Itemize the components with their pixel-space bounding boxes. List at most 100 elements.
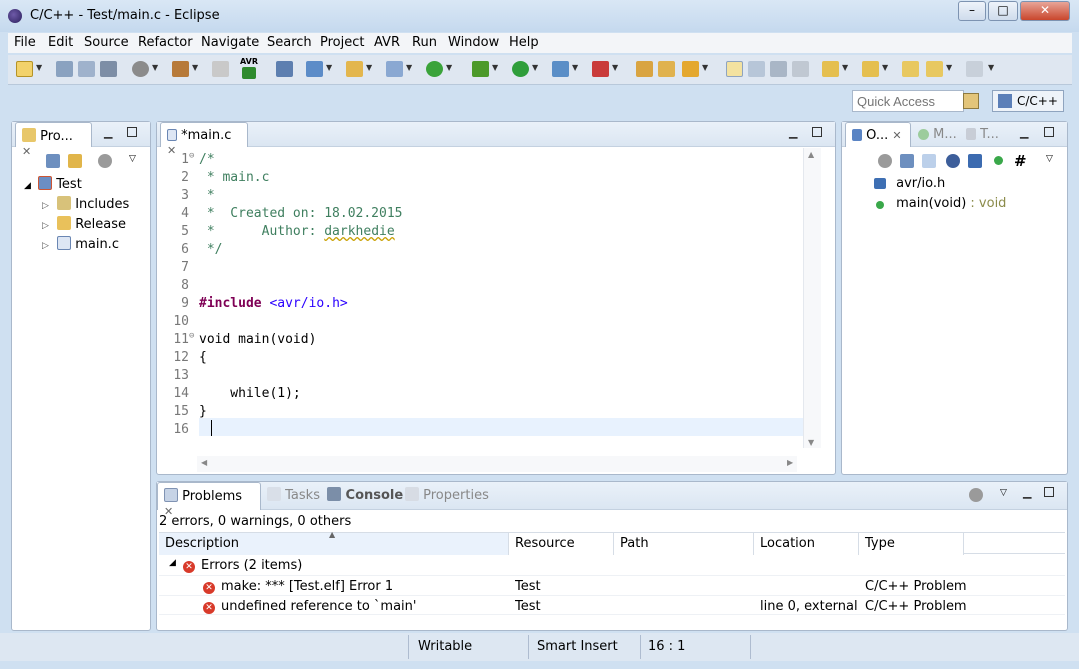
run-play-icon[interactable]: [512, 61, 529, 77]
close-button[interactable]: ✕: [1020, 1, 1070, 21]
minimize-button[interactable]: –: [958, 1, 986, 21]
code-editor[interactable]: 1 ⊖ /* 2 * main.c 3 * 4 * Created on: 18…: [169, 148, 803, 438]
tree-item-release[interactable]: ▷ Release: [42, 216, 126, 232]
expand-arrow-icon[interactable]: ▷: [42, 241, 49, 251]
column-type[interactable]: Type: [859, 533, 964, 555]
hide-non-public-icon[interactable]: [994, 156, 1003, 165]
tab-properties[interactable]: Properties: [405, 487, 489, 503]
block-selection-icon[interactable]: [770, 61, 787, 77]
external-tools-dropdown-icon[interactable]: ▼: [612, 63, 618, 72]
maximize-icon[interactable]: [812, 127, 822, 137]
collapse-all-icon[interactable]: [900, 154, 914, 168]
menu-navigate[interactable]: Navigate: [201, 35, 259, 50]
new-dropdown-icon[interactable]: ▼: [36, 63, 42, 72]
folder-dropdown-icon[interactable]: ▼: [366, 63, 372, 72]
forward-dropdown-icon[interactable]: ▼: [988, 63, 994, 72]
previous-annotation-icon[interactable]: [862, 61, 879, 77]
tab-outline[interactable]: O... ✕: [845, 122, 911, 147]
hide-fields-icon[interactable]: [946, 154, 960, 168]
new-source-file-icon[interactable]: [386, 61, 403, 77]
menu-avr[interactable]: AVR: [374, 35, 400, 50]
problem-row[interactable]: ✕ undefined reference to `main' Test line…: [159, 595, 1065, 615]
column-location[interactable]: Location: [754, 533, 859, 555]
close-icon[interactable]: ✕: [22, 145, 31, 158]
filter-icon[interactable]: [878, 154, 892, 168]
save-all-icon[interactable]: [78, 61, 95, 77]
perspective-c-cpp-button[interactable]: C/C++: [992, 90, 1064, 112]
class-dropdown-icon[interactable]: ▼: [446, 63, 452, 72]
sort-alphabetically-icon[interactable]: [922, 154, 936, 168]
tab-problems[interactable]: Problems ✕: [157, 482, 261, 518]
column-path[interactable]: Path: [614, 533, 754, 555]
view-filter-icon[interactable]: [98, 154, 112, 168]
minimize-icon[interactable]: ▁: [1020, 126, 1028, 139]
hide-macros-icon[interactable]: #: [1014, 152, 1027, 170]
menu-source[interactable]: Source: [84, 35, 129, 50]
tab-console[interactable]: Console: [327, 487, 403, 503]
tree-item-includes[interactable]: ▷ Includes: [42, 196, 129, 212]
tab-task-list[interactable]: T...: [966, 127, 999, 142]
project-dropdown-icon[interactable]: ▼: [326, 63, 332, 72]
link-with-editor-icon[interactable]: [68, 154, 82, 168]
menu-window[interactable]: Window: [448, 35, 499, 50]
outline-item-include[interactable]: avr/io.h: [874, 176, 945, 191]
open-type-icon[interactable]: [636, 61, 653, 77]
show-whitespace-icon[interactable]: [792, 61, 809, 77]
build-dropdown-icon[interactable]: ▼: [192, 63, 198, 72]
highlight-pen-icon[interactable]: [726, 61, 743, 77]
open-perspective-icon[interactable]: [963, 93, 979, 109]
new-icon[interactable]: [16, 61, 33, 77]
quick-access-input[interactable]: [852, 90, 964, 112]
menu-file[interactable]: File: [14, 35, 36, 50]
build-hammer-icon[interactable]: [172, 61, 189, 77]
menu-refactor[interactable]: Refactor: [138, 35, 193, 50]
outline-item-main[interactable]: main(void) : void: [874, 196, 1006, 211]
print-icon[interactable]: [100, 61, 117, 77]
scroll-up-icon[interactable]: ▲: [808, 150, 814, 159]
expand-arrow-icon[interactable]: ▷: [42, 221, 49, 231]
scroll-left-icon[interactable]: ◀: [201, 458, 207, 467]
close-icon[interactable]: ✕: [892, 129, 901, 142]
tab-main-c[interactable]: *main.c ✕: [160, 122, 248, 157]
back-arrow-icon[interactable]: [926, 61, 943, 77]
minimize-icon[interactable]: ▁: [789, 126, 797, 139]
tab-tasks[interactable]: Tasks: [267, 487, 320, 503]
maximize-icon[interactable]: [1044, 127, 1054, 137]
forward-arrow-icon[interactable]: [966, 61, 983, 77]
collapse-arrow-icon[interactable]: ◢: [169, 558, 176, 568]
tree-item-main-c[interactable]: ▷ main.c: [42, 236, 119, 252]
back-dropdown-icon[interactable]: ▼: [946, 63, 952, 72]
new-c-project-icon[interactable]: [306, 61, 323, 77]
run-config-dropdown-icon[interactable]: ▼: [572, 63, 578, 72]
tree-item-test-project[interactable]: ◢ Test: [24, 176, 82, 192]
new-folder-icon[interactable]: [346, 61, 363, 77]
source-dropdown-icon[interactable]: ▼: [406, 63, 412, 72]
new-class-icon[interactable]: [426, 61, 443, 77]
view-menu-icon[interactable]: ▽: [129, 154, 136, 164]
run-configurations-icon[interactable]: [552, 61, 569, 77]
fold-collapse-icon[interactable]: ⊖: [189, 331, 194, 341]
next-annotation-icon[interactable]: [822, 61, 839, 77]
previous-annotation-dropdown-icon[interactable]: ▼: [882, 63, 888, 72]
menu-edit[interactable]: Edit: [48, 35, 73, 50]
gear-dropdown-icon[interactable]: ▼: [152, 63, 158, 72]
hide-static-members-icon[interactable]: [968, 154, 982, 168]
next-annotation-dropdown-icon[interactable]: ▼: [842, 63, 848, 72]
problems-group-row[interactable]: ◢ ✕ Errors (2 items): [159, 555, 1065, 575]
search-flashlight-icon[interactable]: [682, 61, 699, 77]
debug-dropdown-icon[interactable]: ▼: [492, 63, 498, 72]
filter-icon[interactable]: [969, 488, 983, 502]
collapse-all-icon[interactable]: [46, 154, 60, 168]
search-dropdown-icon[interactable]: ▼: [702, 63, 708, 72]
view-menu-icon[interactable]: ▽: [1046, 154, 1053, 164]
binary-icon[interactable]: [212, 61, 229, 77]
column-resource[interactable]: Resource: [509, 533, 614, 555]
problem-row[interactable]: ✕ make: *** [Test.elf] Error 1 Test C/C++…: [159, 575, 1065, 595]
maximize-button[interactable]: □: [988, 1, 1018, 21]
tab-make-targets[interactable]: M...: [918, 127, 957, 142]
maximize-icon[interactable]: [1044, 487, 1054, 497]
settings-gear-icon[interactable]: [132, 61, 149, 77]
column-description[interactable]: Description ▲: [159, 530, 509, 555]
horizontal-scrollbar[interactable]: ◀ ▶: [197, 456, 797, 472]
toggle-mark-occurrences-icon[interactable]: [276, 61, 293, 77]
